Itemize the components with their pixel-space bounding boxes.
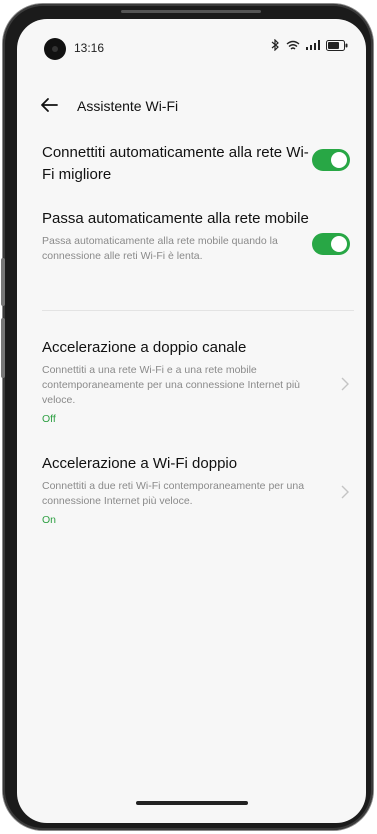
setting-title: Accelerazione a Wi-Fi doppio: [42, 455, 238, 472]
auto-best-network-toggle[interactable]: [312, 149, 350, 171]
chevron-right-icon: [340, 376, 350, 392]
setting-status: On: [42, 514, 57, 526]
battery-icon: [326, 39, 348, 51]
auto-mobile-switch-toggle[interactable]: [312, 233, 350, 255]
arrow-left-icon[interactable]: [37, 93, 61, 117]
setting-status: Off: [42, 413, 56, 425]
setting-auto-mobile-switch: Passa automaticamente alla rete mobile P…: [42, 208, 360, 264]
status-time: 13:16: [74, 41, 105, 55]
side-button: [1, 318, 5, 378]
chevron-right-icon: [340, 484, 350, 500]
toggle-knob: [331, 236, 347, 252]
toggle-knob: [331, 152, 347, 168]
status-icons: [271, 39, 348, 51]
earpiece-slit: [121, 10, 261, 13]
bluetooth-icon: [271, 39, 280, 51]
status-bar: 13:16: [17, 19, 366, 63]
phone-frame: 13:16 Assistente Wi-Fi Connettiti automa…: [3, 4, 373, 830]
setting-dual-channel[interactable]: Accelerazione a doppio canale Connettiti…: [42, 338, 360, 425]
wifi-icon: [286, 40, 300, 51]
app-header: Assistente Wi-Fi: [17, 89, 366, 123]
setting-title: Accelerazione a doppio canale: [42, 339, 247, 356]
home-indicator[interactable]: [136, 801, 248, 805]
setting-title: Connettiti automaticamente alla rete Wi-…: [42, 144, 309, 183]
signal-icon: [306, 40, 320, 50]
setting-description: Connettiti a una rete Wi-Fi e a una rete…: [42, 364, 301, 406]
screen: 13:16 Assistente Wi-Fi Connettiti automa…: [17, 19, 366, 823]
section-divider: [42, 310, 354, 311]
setting-auto-best-network: Connettiti automaticamente alla rete Wi-…: [42, 142, 360, 186]
setting-dual-wifi[interactable]: Accelerazione a Wi-Fi doppio Connettiti …: [42, 454, 360, 526]
volume-button: [1, 258, 5, 306]
setting-description: Passa automaticamente alla rete mobile q…: [42, 235, 278, 262]
setting-title: Passa automaticamente alla rete mobile: [42, 210, 309, 227]
front-camera: [44, 38, 66, 60]
setting-description: Connettiti a due reti Wi-Fi contemporane…: [42, 480, 305, 507]
page-title: Assistente Wi-Fi: [77, 98, 179, 114]
